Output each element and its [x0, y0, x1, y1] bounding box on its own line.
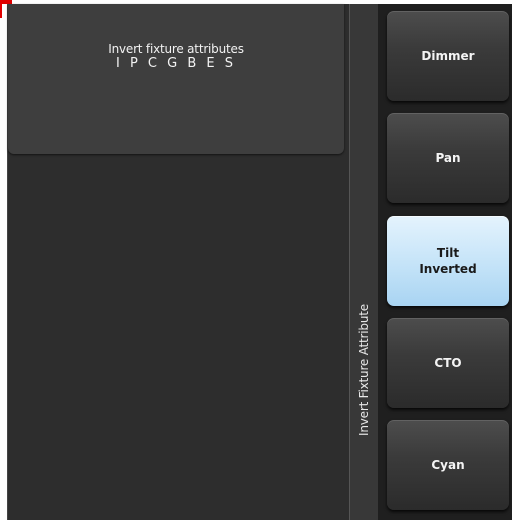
- prompt-area: Invert fixture attributes I P C G B E S: [8, 4, 344, 154]
- softkey-cyan[interactable]: Cyan: [387, 420, 509, 510]
- attribute-key-letters: I P C G B E S: [115, 56, 236, 71]
- corner-marker-vertical: [0, 0, 2, 18]
- softkey-tilt[interactable]: Tilt Inverted: [387, 216, 509, 306]
- screen: Invert fixture attributes I P C G B E S …: [0, 0, 512, 520]
- softkey-pan[interactable]: Pan: [387, 113, 509, 203]
- softkey-dimmer[interactable]: Dimmer: [387, 11, 509, 101]
- softkey-group-strip: Invert Fixture Attribute: [349, 4, 379, 520]
- softkey-group-label: Invert Fixture Attribute: [357, 304, 371, 436]
- softkey-cto[interactable]: CTO: [387, 318, 509, 408]
- prompt-title: Invert fixture attributes: [108, 42, 244, 56]
- softkey-column: Dimmer Pan Tilt Inverted CTO Cyan: [378, 4, 512, 520]
